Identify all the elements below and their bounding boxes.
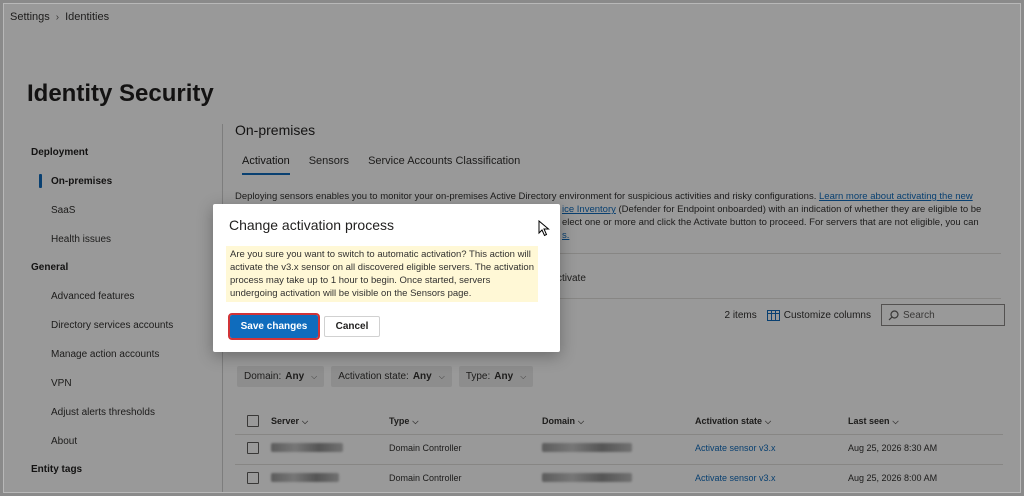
mouse-pointer-icon bbox=[538, 220, 550, 237]
save-changes-button[interactable]: Save changes bbox=[228, 313, 320, 340]
dialog-title: Change activation process bbox=[229, 217, 394, 233]
app-window: Settings › Identities Identity Security … bbox=[3, 3, 1021, 493]
change-activation-dialog: Change activation process Are you sure y… bbox=[213, 204, 560, 352]
dialog-message: Are you sure you want to switch to autom… bbox=[226, 246, 538, 302]
cancel-button[interactable]: Cancel bbox=[324, 316, 380, 337]
